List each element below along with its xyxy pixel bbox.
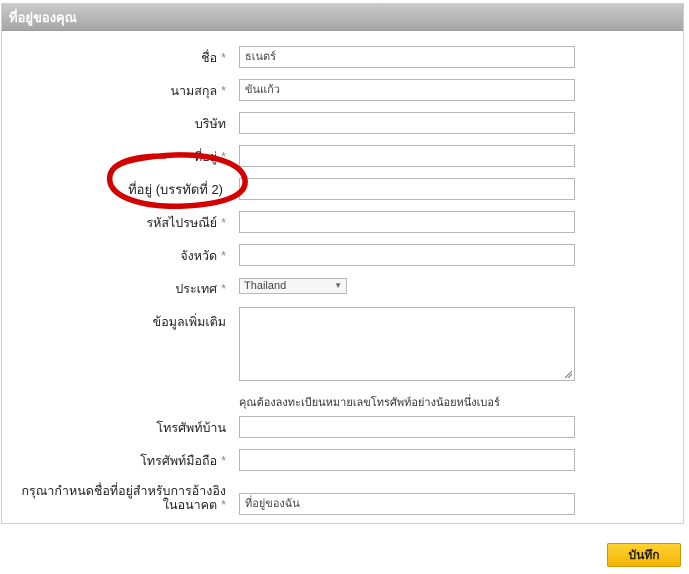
additional-info-textarea[interactable] bbox=[239, 307, 575, 381]
required-mark: * bbox=[221, 498, 226, 512]
alias-label-line2: ในอนาคต bbox=[162, 498, 218, 512]
required-mark: * bbox=[221, 282, 226, 296]
province-label: จังหวัด bbox=[180, 249, 218, 263]
phone-requirement-note: คุณต้องลงทะเบียนหมายเลขโทรศัพท์อย่างน้อย… bbox=[239, 397, 500, 409]
country-selected-value: Thailand bbox=[244, 280, 287, 292]
mobile-phone-label: โทรศัพท์มือถือ bbox=[140, 454, 218, 468]
required-mark: * bbox=[221, 84, 226, 98]
last-name-input[interactable]: ขันแก้ว bbox=[239, 79, 575, 101]
required-mark: * bbox=[221, 216, 226, 230]
required-mark: * bbox=[221, 249, 226, 263]
address-form-panel: ที่อยู่ของคุณ ชื่อ * ธเนตร์ นามสกุล * ขันแ… bbox=[1, 3, 684, 524]
alias-input[interactable]: ที่อยู่ของฉัน bbox=[239, 493, 575, 515]
required-mark: * bbox=[221, 51, 226, 65]
mobile-phone-input[interactable] bbox=[239, 449, 575, 471]
panel-title: ที่อยู่ของคุณ bbox=[2, 4, 683, 31]
company-label: บริษัท bbox=[194, 117, 226, 131]
home-phone-label: โทรศัพท์บ้าน bbox=[156, 421, 226, 435]
dropdown-arrow-icon: ▼ bbox=[334, 281, 342, 290]
postcode-input[interactable] bbox=[239, 211, 575, 233]
province-input[interactable] bbox=[239, 244, 575, 266]
last-name-label: นามสกุล bbox=[170, 84, 218, 98]
required-mark: * bbox=[221, 454, 226, 468]
postcode-label: รหัสไปรษณีย์ bbox=[146, 216, 218, 230]
alias-label: กรุณากำหนดชื่อที่อยู่สำหรับการอ้างอิง ใน… bbox=[21, 484, 226, 512]
country-select[interactable]: Thailand ▼ bbox=[239, 278, 347, 294]
address-input[interactable] bbox=[239, 145, 575, 167]
required-mark: * bbox=[221, 150, 226, 164]
home-phone-input[interactable] bbox=[239, 416, 575, 438]
first-name-input[interactable]: ธเนตร์ bbox=[239, 46, 575, 68]
country-label: ประเทศ bbox=[175, 282, 218, 296]
first-name-label: ชื่อ bbox=[201, 51, 218, 65]
address-label: ที่อยู่ bbox=[194, 150, 218, 164]
alias-label-line1: กรุณากำหนดชื่อที่อยู่สำหรับการอ้างอิง bbox=[21, 484, 226, 498]
address-line2-input[interactable] bbox=[239, 178, 575, 200]
address-line2-label: ที่อยู่ (บรรทัดที่ 2) bbox=[128, 182, 223, 197]
save-button[interactable]: บันทึก bbox=[607, 543, 681, 567]
company-input[interactable] bbox=[239, 112, 575, 134]
additional-info-label: ข้อมูลเพิ่มเติม bbox=[152, 315, 226, 329]
resize-handle-icon[interactable] bbox=[564, 370, 572, 378]
